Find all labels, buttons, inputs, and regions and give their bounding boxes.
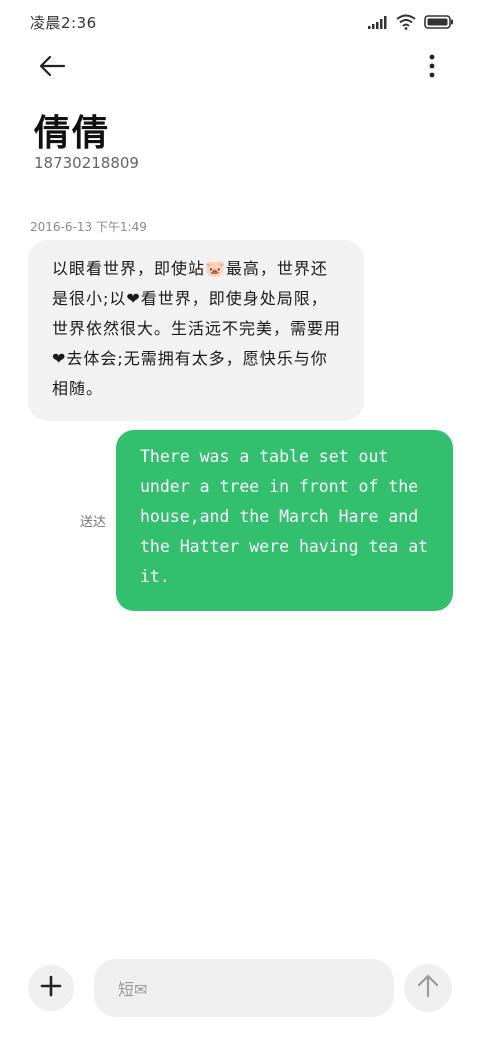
outgoing-message-text: There was a table set out under a tree i… xyxy=(140,447,429,586)
message-input-placeholder: 短✉ xyxy=(118,980,148,999)
status-icons xyxy=(368,12,454,32)
more-vertical-icon xyxy=(429,54,435,82)
outgoing-message-bubble[interactable]: There was a table set out under a tree i… xyxy=(116,430,453,611)
plus-icon xyxy=(40,975,62,1001)
delivery-status: 送达 xyxy=(80,515,107,530)
status-bar: 凌晨2:36 xyxy=(0,0,480,42)
arrow-left-icon xyxy=(38,55,66,81)
more-options-button[interactable] xyxy=(422,52,442,84)
battery-icon xyxy=(424,15,454,29)
contact-name: 倩倩 xyxy=(34,113,111,154)
status-time: 凌晨2:36 xyxy=(30,14,97,32)
add-attachment-button[interactable] xyxy=(28,965,74,1011)
signal-icon xyxy=(368,15,388,29)
incoming-message-text: 以眼看世界，即使站🐷最高，世界还是很小;以❤看世界，即使身处局限，世界依然很大。… xyxy=(52,259,342,398)
message-timestamp: 2016-6-13 下午1:49 xyxy=(30,220,147,234)
send-button[interactable] xyxy=(404,964,452,1012)
back-button[interactable] xyxy=(30,50,74,86)
contact-number: 18730218809 xyxy=(34,154,139,172)
arrow-up-icon xyxy=(417,974,439,1002)
incoming-message-bubble[interactable]: 以眼看世界，即使站🐷最高，世界还是很小;以❤看世界，即使身处局限，世界依然很大。… xyxy=(28,240,364,421)
message-input[interactable]: 短✉ xyxy=(94,959,394,1017)
wifi-icon xyxy=(396,14,416,30)
